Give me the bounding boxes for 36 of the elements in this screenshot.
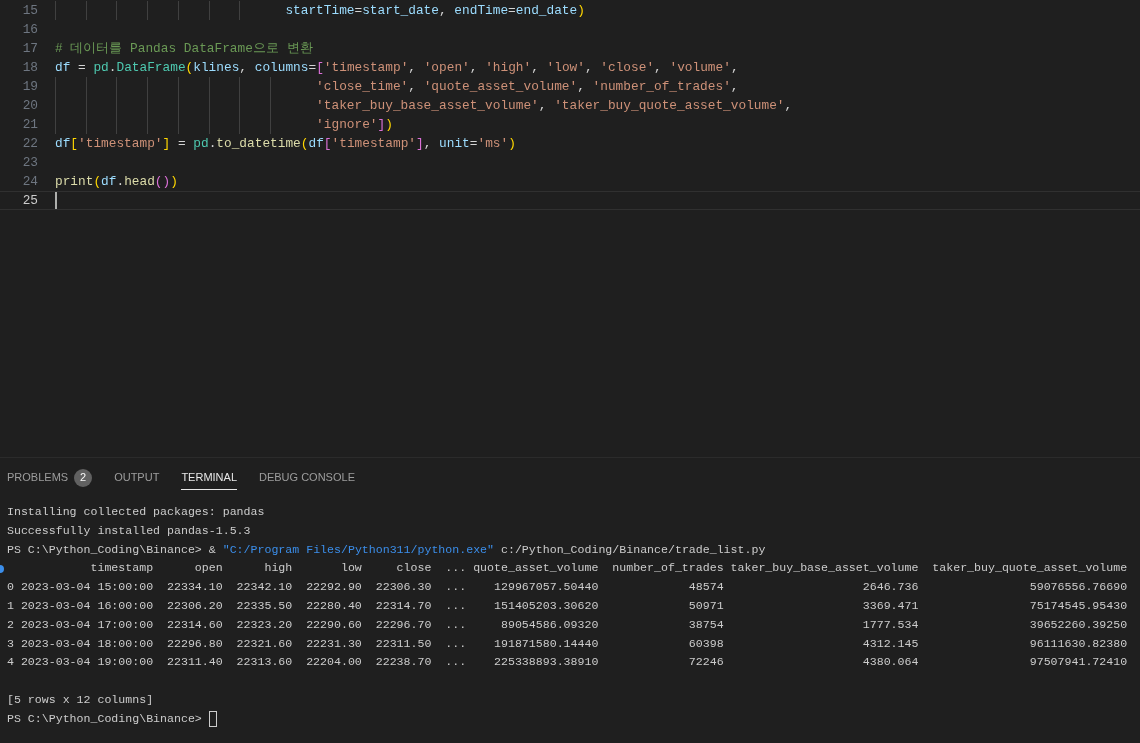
terminal-line: PS C:\Python_Coding\Binance> & "C:/Program Files/Python311/python.exe" c:/Python_Coding/Binance/trade_list.py [7, 541, 766, 558]
code-line: df = pd.DataFrame(klines, columns=['timestamp', 'open', 'high', 'low', 'close', 'volume', [55, 58, 739, 77]
line-number: 24 [21, 172, 38, 191]
code-line: df['timestamp'] = pd.to_datetime(df['timestamp'], unit='ms') [55, 134, 516, 153]
line-number: 16 [21, 20, 38, 39]
terminal-line: 0 2023-03-04 15:00:00 22334.10 22342.10 22292.90 22306.30 ... 129967057.50440 48574 2646.736 59076556.76690 [7, 579, 1128, 596]
code-line: print(df.head()) [55, 172, 178, 191]
terminal-line: timestamp open high low close ... quote_asset_volume number_of_trades taker_buy_base_asset_volume taker_buy_quote_asset_volume [89, 560, 1128, 577]
line-number: 20 [21, 96, 38, 115]
line-number: 17 [21, 39, 38, 58]
code-line: 'ignore']) [315, 115, 393, 134]
line-number: 23 [21, 153, 38, 172]
terminal-line: [5 rows x 12 columns] [7, 691, 154, 708]
line-number: 18 [21, 58, 38, 77]
code-line: startTime=start_date, endTime=end_date) [284, 1, 585, 20]
line-number: 22 [21, 134, 38, 153]
terminal-line: 4 2023-03-04 19:00:00 22311.40 22313.60 22204.00 22238.70 ... 225338893.38910 72246 4380.064 97507941.72410 [7, 654, 1128, 671]
code-line: 'taker_buy_base_asset_volume', 'taker_buy_quote_asset_volume', [315, 96, 793, 115]
terminal-line: 3 2023-03-04 18:00:00 22296.80 22321.60 22231.30 22311.50 ... 191871580.14440 60398 4312.145 96111630.82380 [7, 635, 1128, 652]
terminal-line: 2 2023-03-04 17:00:00 22314.60 22323.20 22290.60 22296.70 ... 89054586.09320 38754 1777.534 39652260.39250 [7, 616, 1128, 633]
count-badge: 2 [74, 468, 93, 487]
terminal-line: Successfully installed pandas-1.5.3 [7, 522, 251, 539]
line-number: 19 [21, 77, 38, 96]
text-cursor [55, 192, 57, 209]
line-number: 25 [21, 191, 38, 210]
terminal-line: Installing collected packages: pandas [7, 504, 265, 520]
panel-tab[interactable]: OUTPUT [114, 466, 160, 490]
code-line: # 데이터를 Pandas DataFrame으로 변환 [55, 39, 313, 58]
panel-tab[interactable]: PROBLEMS 2 [7, 466, 93, 490]
line-number: 21 [21, 115, 38, 134]
terminal-line: 1 2023-03-04 16:00:00 22306.20 22335.50 22280.40 22314.70 ... 151405203.30620 50971 3369.471 75174545.95430 [7, 598, 1128, 614]
code-line: 'close_time', 'quote_asset_volume', 'number_of_trades', [315, 77, 739, 96]
line-number: 15 [21, 1, 38, 20]
panel-tab[interactable]: TERMINAL [181, 466, 237, 490]
panel-tab[interactable]: DEBUG CONSOLE [259, 466, 355, 490]
terminal-line: PS C:\Python_Coding\Binance> [7, 710, 203, 727]
